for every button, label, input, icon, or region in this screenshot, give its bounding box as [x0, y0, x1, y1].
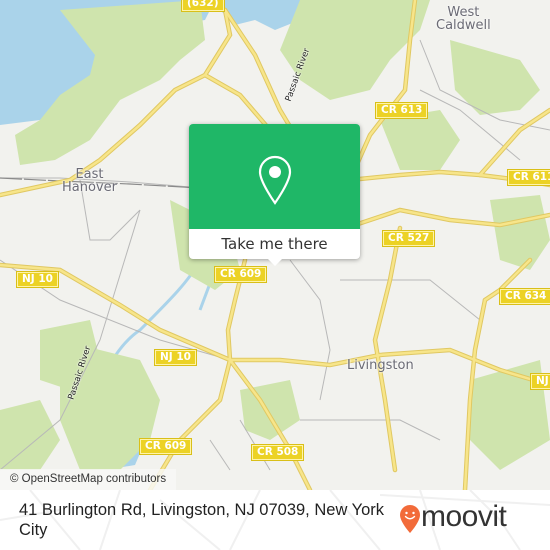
map[interactable]: West Caldwell East Hanover Livingston Pa… — [0, 0, 550, 490]
take-me-there-button[interactable]: Take me there — [189, 229, 360, 259]
road-shield-cr508: CR 508 — [250, 444, 305, 461]
road-shield-cr609-south: CR 609 — [138, 438, 193, 455]
place-label-line: Livingston — [347, 358, 414, 373]
park-east — [490, 195, 550, 270]
map-attribution[interactable]: © OpenStreetMap contributors — [0, 469, 177, 490]
road-shield-cr527: CR 527 — [381, 230, 436, 247]
park-mid-east — [380, 110, 460, 170]
road-shield-cr634: CR 634 — [498, 288, 550, 305]
map-pin-icon — [258, 155, 292, 205]
road-shield-nj10-east: NJ — [530, 373, 550, 390]
place-label-livingston: Livingston — [347, 359, 414, 372]
road-shield-cr613: CR 613 — [374, 102, 429, 119]
popup-header — [189, 124, 360, 229]
place-label-line: Hanover — [62, 180, 117, 195]
moovit-pin-smile-icon — [400, 505, 420, 533]
road-shield-cr609-north: CR 609 — [213, 266, 268, 283]
moovit-wordmark: moovit — [421, 500, 507, 533]
footer: 41 Burlington Rd, Livingston, NJ 07039, … — [0, 490, 550, 550]
park-sw — [0, 400, 60, 470]
road-shield-cr632: (632) — [181, 0, 225, 12]
road-shield-nj10-west: NJ 10 — [16, 271, 59, 288]
park-caldwell — [450, 40, 540, 115]
road-shield-cr611: CR 611 — [506, 169, 550, 186]
place-label-line: Caldwell — [436, 18, 491, 33]
moovit-logo[interactable]: moovit — [399, 500, 509, 537]
popup-pointer — [267, 258, 283, 266]
place-label-east-hanover: East Hanover — [62, 168, 117, 194]
road-shield-nj10-mid: NJ 10 — [154, 349, 197, 366]
place-label-west-caldwell: West Caldwell — [436, 6, 491, 32]
destination-popup: Take me there — [189, 124, 360, 266]
address-text: 41 Burlington Rd, Livingston, NJ 07039, … — [19, 501, 385, 539]
